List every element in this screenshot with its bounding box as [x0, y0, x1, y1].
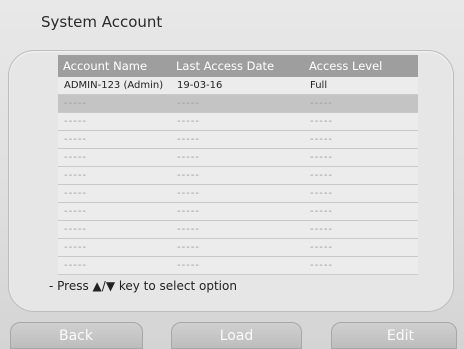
cell-access-level: ----- [310, 206, 334, 217]
cell-account-name: ----- [64, 98, 88, 109]
table-body: ADMIN-123 (Admin) 19-03-16 Full ----- ----- -… [58, 77, 418, 275]
cell-last-access-date: ----- [177, 152, 201, 163]
edit-button[interactable]: Edit [331, 322, 457, 349]
cell-access-level: ----- [310, 260, 334, 271]
cell-account-name: ----- [64, 170, 88, 181]
table-row[interactable]: ----- ----- ----- [58, 113, 418, 131]
cell-access-level: ----- [310, 152, 334, 163]
cell-account-name: ----- [64, 242, 88, 253]
system-account-screen: System Account Account Name Last Access … [0, 0, 464, 349]
cell-last-access-date: 19-03-16 [177, 80, 223, 91]
cell-account-name: ----- [64, 116, 88, 127]
column-header-account-name: Account Name [63, 59, 148, 73]
cell-access-level: ----- [310, 170, 334, 181]
cell-account-name: ----- [64, 260, 88, 271]
account-table: Account Name Last Access Date Access Lev… [58, 55, 418, 275]
softkey-bar: Back Load Edit [0, 322, 464, 349]
load-button[interactable]: Load [171, 322, 302, 349]
cell-last-access-date: ----- [177, 170, 201, 181]
cell-last-access-date: ----- [177, 98, 201, 109]
cell-last-access-date: ----- [177, 260, 201, 271]
table-row[interactable]: ----- ----- ----- [58, 167, 418, 185]
back-button[interactable]: Back [10, 322, 143, 349]
cell-account-name: ----- [64, 152, 88, 163]
table-row[interactable]: ----- ----- ----- [58, 239, 418, 257]
cell-last-access-date: ----- [177, 224, 201, 235]
cell-last-access-date: ----- [177, 206, 201, 217]
table-row[interactable]: ADMIN-123 (Admin) 19-03-16 Full [58, 77, 418, 95]
table-row[interactable]: ----- ----- ----- [58, 203, 418, 221]
table-header: Account Name Last Access Date Access Lev… [58, 55, 418, 77]
cell-access-level: ----- [310, 224, 334, 235]
cell-access-level: Full [310, 80, 328, 91]
cell-account-name: ----- [64, 188, 88, 199]
cell-access-level: ----- [310, 98, 334, 109]
cell-account-name: ----- [64, 224, 88, 235]
cell-account-name: ----- [64, 134, 88, 145]
navigation-hint: - Press ▲/▼ key to select option [49, 279, 237, 293]
cell-access-level: ----- [310, 134, 334, 145]
cell-access-level: ----- [310, 188, 334, 199]
table-row[interactable]: ----- ----- ----- [58, 131, 418, 149]
table-row[interactable]: ----- ----- ----- [58, 95, 418, 113]
cell-account-name: ----- [64, 206, 88, 217]
table-row[interactable]: ----- ----- ----- [58, 221, 418, 239]
cell-last-access-date: ----- [177, 134, 201, 145]
page-title: System Account [41, 13, 163, 31]
cell-account-name: ADMIN-123 (Admin) [64, 80, 164, 91]
column-header-access-level: Access Level [309, 59, 383, 73]
cell-access-level: ----- [310, 116, 334, 127]
cell-access-level: ----- [310, 242, 334, 253]
cell-last-access-date: ----- [177, 242, 201, 253]
table-row[interactable]: ----- ----- ----- [58, 149, 418, 167]
table-row[interactable]: ----- ----- ----- [58, 257, 418, 275]
column-header-last-access-date: Last Access Date [176, 59, 275, 73]
cell-last-access-date: ----- [177, 116, 201, 127]
table-row[interactable]: ----- ----- ----- [58, 185, 418, 203]
cell-last-access-date: ----- [177, 188, 201, 199]
